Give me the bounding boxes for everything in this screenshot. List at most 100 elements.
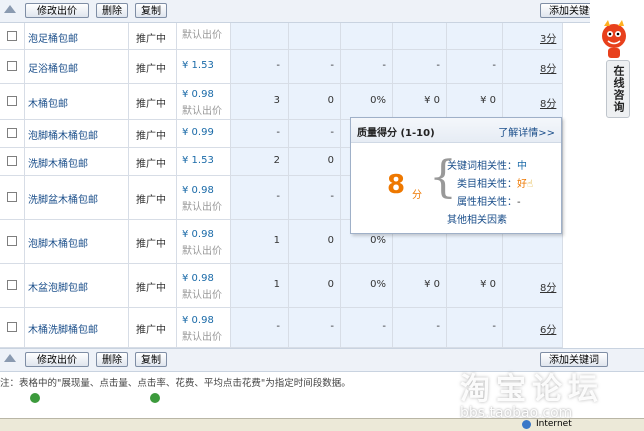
delete-button[interactable]: 删除	[96, 3, 128, 18]
cost-cell: -	[436, 60, 440, 71]
globe-icon	[522, 420, 531, 429]
avg_cpc-cell: ¥ 0	[480, 95, 496, 106]
quality-score-link[interactable]: 8分	[540, 95, 556, 110]
default-bid-label: 默认出价	[182, 246, 222, 257]
status-text: 推广中	[136, 64, 166, 75]
delete-button[interactable]: 删除	[96, 352, 128, 367]
category-relevance: 类目相关性：好☝	[457, 179, 534, 190]
ctr-cell: 0%	[370, 95, 386, 106]
mascot-icon[interactable]	[596, 18, 632, 62]
keyword-link[interactable]: 木桶包邮	[28, 95, 68, 110]
row-checkbox[interactable]	[7, 236, 17, 246]
bottom-links	[0, 392, 300, 406]
status-text: 推广中	[136, 99, 166, 110]
quality-score-unit: 分	[412, 190, 422, 201]
bid-value[interactable]: 默认出价	[182, 24, 222, 41]
quality-score-link[interactable]: 8分	[540, 279, 556, 294]
bid-value[interactable]: ¥ 0.98 默认出价	[182, 89, 222, 117]
impressions-cell: 2	[273, 155, 280, 166]
keyword-link[interactable]: 洗脚盆木桶包邮	[28, 191, 98, 206]
table-row: 足浴桶包邮推广中¥ 1.53-----8分✎✖●	[0, 49, 562, 84]
thumbs-up-icon: ☝	[527, 179, 534, 190]
row-checkbox[interactable]	[7, 280, 17, 290]
ctr-cell: -	[382, 60, 386, 71]
status-text: 推广中	[136, 131, 166, 142]
table-row: 木桶洗脚桶包邮推广中¥ 0.98默认出价-----6分✎✖●	[0, 307, 562, 348]
online-consult-button[interactable]: 在线咨询	[606, 60, 630, 118]
cost-cell: ¥ 0	[424, 95, 440, 106]
keyword-link[interactable]: 木桶洗脚桶包邮	[28, 321, 98, 336]
row-checkbox[interactable]	[7, 96, 17, 106]
select-all-icon[interactable]	[4, 354, 16, 362]
status-text: 推广中	[136, 239, 166, 250]
impressions-cell: 3	[273, 95, 280, 106]
table-row: 木盆泡脚包邮推广中¥ 0.98默认出价100%¥ 0¥ 08分✎✖●	[0, 263, 562, 308]
status-text: 推广中	[136, 283, 166, 294]
bid-value[interactable]: ¥ 1.53	[182, 60, 214, 71]
cost-cell: -	[436, 321, 440, 332]
quality-score-link[interactable]: 3分	[540, 30, 556, 45]
avg_cpc-cell: ¥ 0	[480, 279, 496, 290]
impressions-cell: 1	[273, 279, 280, 290]
status-text: 推广中	[136, 34, 166, 45]
watermark-logo: 淘宝论坛	[460, 372, 604, 407]
clicks-cell: -	[330, 321, 334, 332]
keyword-link[interactable]: 泡脚木桶包邮	[28, 235, 88, 250]
keyword-link[interactable]: 洗脚木桶包邮	[28, 155, 88, 170]
copy-button[interactable]: 复制	[135, 3, 167, 18]
ctr-cell: -	[382, 321, 386, 332]
impressions-cell: -	[276, 321, 280, 332]
other-factors-link[interactable]: 其他相关因素	[447, 211, 507, 226]
quality-score-link[interactable]: 8分	[540, 60, 556, 75]
row-checkbox[interactable]	[7, 156, 17, 166]
bid-value[interactable]: ¥ 0.98 默认出价	[182, 273, 222, 301]
modify-bid-button[interactable]: 修改出价	[25, 352, 89, 367]
modify-bid-button[interactable]: 修改出价	[25, 3, 89, 18]
quality-score-popup: 质量得分 (1-10) 了解详情>> 8 分 { 关键词相关性：中 类目相关性：…	[350, 117, 562, 234]
bid-value[interactable]: ¥ 0.98 默认出价	[182, 315, 222, 343]
clicks-cell: 0	[327, 95, 334, 106]
ctr-cell: 0%	[370, 235, 386, 246]
popup-header: 质量得分 (1-10) 了解详情>>	[351, 118, 561, 143]
select-all-icon[interactable]	[4, 5, 16, 13]
zone-label: Internet	[536, 419, 572, 429]
row-checkbox[interactable]	[7, 128, 17, 138]
keyword-link[interactable]: 泡足桶包邮	[28, 30, 78, 45]
info-icon	[30, 393, 40, 403]
row-checkbox[interactable]	[7, 322, 17, 332]
clicks-cell: 0	[327, 235, 334, 246]
default-bid-label: 默认出价	[182, 106, 222, 117]
status-text: 推广中	[136, 159, 166, 170]
bid-value[interactable]: ¥ 0.99	[182, 127, 214, 138]
table-row: 泡足桶包邮推广中默认出价3分✎✖●	[0, 23, 562, 50]
bid-value[interactable]: ¥ 0.98 默认出价	[182, 185, 222, 213]
quality-score-link[interactable]: 6分	[540, 321, 556, 336]
impressions-cell: 1	[273, 235, 280, 246]
bid-value[interactable]: ¥ 1.53	[182, 155, 214, 166]
keyword-link[interactable]: 木盆泡脚包邮	[28, 279, 88, 294]
status-text: 推广中	[136, 195, 166, 206]
browser-status-bar: Internet	[0, 418, 644, 431]
cost-cell: ¥ 0	[424, 279, 440, 290]
copy-button[interactable]: 复制	[135, 352, 167, 367]
learn-more-link[interactable]: 了解详情>>	[498, 124, 555, 139]
status-text: 推广中	[136, 325, 166, 336]
impressions-cell: -	[276, 127, 280, 138]
default-bid-label: 默认出价	[182, 332, 222, 343]
attribute-relevance: 属性相关性：-	[457, 197, 521, 208]
keyword-link[interactable]: 足浴桶包邮	[28, 60, 78, 75]
default-bid-label: 默认出价	[182, 202, 222, 213]
col-divider	[562, 23, 563, 348]
default-bid-label: 默认出价	[182, 30, 222, 41]
row-checkbox[interactable]	[7, 31, 17, 41]
row-checkbox[interactable]	[7, 61, 17, 71]
impressions-cell: -	[276, 191, 280, 202]
bid-value[interactable]: ¥ 0.98 默认出价	[182, 229, 222, 257]
clicks-cell: 0	[327, 155, 334, 166]
keyword-link[interactable]: 泡脚桶木桶包邮	[28, 127, 98, 142]
quality-score-value: 8	[387, 170, 406, 200]
clicks-cell: 0	[327, 279, 334, 290]
info-icon	[150, 393, 160, 403]
ctr-cell: 0%	[370, 279, 386, 290]
row-checkbox[interactable]	[7, 192, 17, 202]
